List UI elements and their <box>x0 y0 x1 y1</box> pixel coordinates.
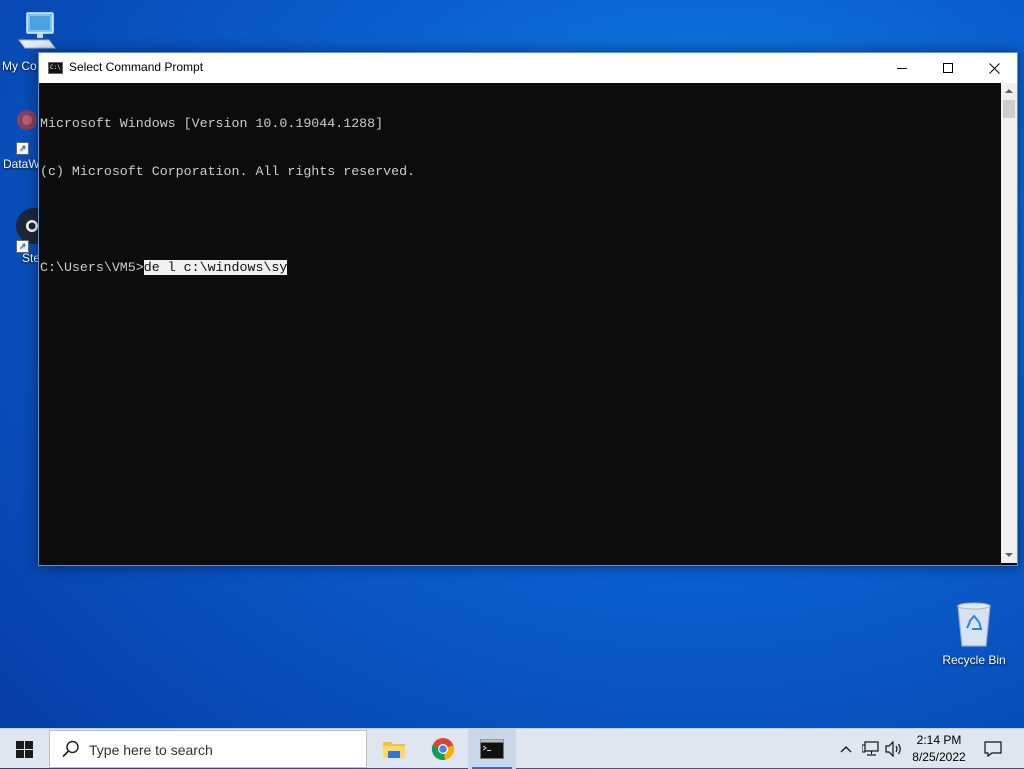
clock-time: 2:14 PM <box>916 733 962 747</box>
search-placeholder: Type here to search <box>89 742 213 758</box>
scrollbar-thumb[interactable] <box>1003 100 1015 118</box>
console-line: Microsoft Windows [Version 10.0.19044.12… <box>40 116 384 131</box>
action-center-button[interactable] <box>978 729 1008 769</box>
desktop-icon-label: DataW <box>3 157 40 171</box>
window-title: Select Command Prompt <box>69 60 204 74</box>
shortcut-arrow-icon: ↗ <box>16 142 29 155</box>
taskbar-search-box[interactable]: Type here to search <box>49 730 367 768</box>
app-icon <box>17 110 37 130</box>
desktop-icon-steam[interactable]: ↗ Ste <box>0 204 52 265</box>
console-output[interactable]: Microsoft Windows [Version 10.0.19044.12… <box>39 83 1000 563</box>
maximize-button[interactable] <box>925 53 971 83</box>
vertical-scrollbar[interactable] <box>1001 83 1017 563</box>
taskbar-clock[interactable]: 2:14 PM 8/25/2022 <box>906 732 972 766</box>
folder-icon <box>383 742 405 758</box>
desktop-icon-recycle-bin[interactable]: Recycle Bin <box>936 600 1012 667</box>
command-prompt-window[interactable]: Select Command Prompt Microsoft Windows … <box>38 52 1018 566</box>
search-icon <box>62 740 79 758</box>
taskbar: Type here to search 2:14 PM 8/25/2022 <box>0 728 1024 769</box>
scroll-down-arrow-icon[interactable] <box>1001 547 1017 563</box>
speaker-icon <box>885 741 901 757</box>
clock-date: 8/25/2022 <box>912 750 966 764</box>
chrome-icon <box>431 738 455 761</box>
desktop-icon-label: Recycle Bin <box>942 653 1006 667</box>
prompt-text: C:\Users\VM5> <box>40 260 144 275</box>
minimize-button[interactable] <box>879 53 925 83</box>
minimize-icon <box>897 68 907 69</box>
selected-command-text[interactable]: de l c:\windows\sy <box>143 260 288 275</box>
desktop-icon-datawrangler[interactable]: ↗ DataW <box>0 106 42 171</box>
desktop-icon-label: Ste <box>22 251 41 265</box>
notification-icon <box>984 741 1002 757</box>
taskbar-file-explorer[interactable] <box>370 729 418 769</box>
prompt-line[interactable]: C:\Users\VM5>de l c:\windows\sy <box>40 260 1000 276</box>
taskbar-chrome[interactable] <box>419 729 467 769</box>
close-button[interactable] <box>971 53 1017 83</box>
cmd-icon <box>48 62 63 74</box>
start-button[interactable] <box>0 729 48 769</box>
close-icon <box>988 62 1000 74</box>
network-button[interactable] <box>861 739 881 759</box>
scroll-up-arrow-icon[interactable] <box>1001 83 1017 99</box>
computer-icon <box>18 12 56 49</box>
show-hidden-icons-button[interactable] <box>836 739 856 759</box>
taskbar-command-prompt[interactable] <box>468 729 516 769</box>
maximize-icon <box>943 63 953 73</box>
shortcut-arrow-icon: ↗ <box>16 240 29 253</box>
title-bar[interactable]: Select Command Prompt <box>39 53 1017 83</box>
steam-icon <box>16 208 52 244</box>
recycle-bin-icon <box>957 602 991 647</box>
windows-logo-icon <box>15 740 33 758</box>
volume-button[interactable] <box>884 739 904 759</box>
network-icon <box>862 741 879 756</box>
chevron-up-icon <box>840 746 852 753</box>
console-line: (c) Microsoft Corporation. All rights re… <box>40 164 416 179</box>
cmd-icon <box>480 739 504 759</box>
